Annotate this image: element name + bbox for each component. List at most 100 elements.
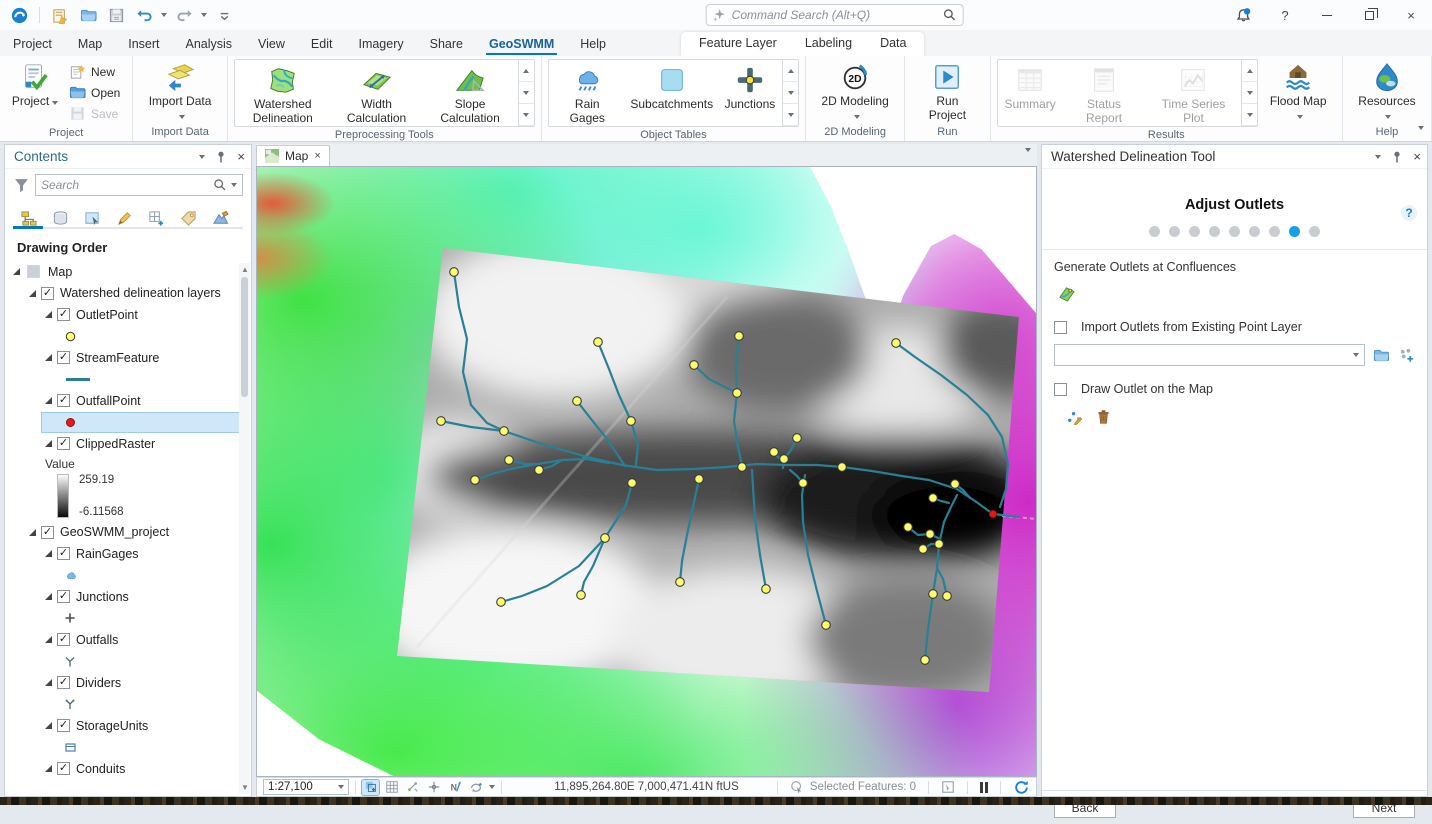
redo-dropdown-chevron[interactable] xyxy=(201,13,207,17)
expander-icon[interactable] xyxy=(29,529,36,536)
expander-icon[interactable] xyxy=(13,268,20,275)
contents-scrollbar[interactable]: ▲ ▼ xyxy=(239,263,250,794)
menu-tab-share[interactable]: Share xyxy=(417,33,476,56)
ribbon-button-new[interactable]: New xyxy=(66,61,126,82)
close-panel-button[interactable]: × xyxy=(237,149,245,164)
layer-row-storageunits[interactable]: ✓StorageUnits xyxy=(5,715,251,737)
contents-tab-editing[interactable] xyxy=(113,207,135,229)
undo-button[interactable] xyxy=(133,4,155,26)
menu-tab-help[interactable]: Help xyxy=(567,33,619,56)
ribbon-button-junctions[interactable]: Junctions xyxy=(720,62,780,113)
layer-row-dividers[interactable]: ✓Dividers xyxy=(5,672,251,694)
expander-icon[interactable] xyxy=(45,550,52,557)
menu-tab-project[interactable]: Project xyxy=(0,33,65,56)
map-canvas[interactable] xyxy=(256,166,1037,777)
search-options-chevron[interactable] xyxy=(231,183,237,187)
menu-tab-geoswmm[interactable]: GeoSWMM xyxy=(476,33,567,56)
contents-tab-selection[interactable] xyxy=(81,207,103,229)
redo-button[interactable] xyxy=(173,4,195,26)
symbol-outfall[interactable] xyxy=(5,651,251,673)
layer-row-watershed-delineation-layers[interactable]: ✓Watershed delineation layers xyxy=(5,283,251,305)
minimize-button[interactable] xyxy=(1306,0,1348,30)
gallery-scroll-up[interactable] xyxy=(1242,60,1257,82)
save-as-button[interactable] xyxy=(105,4,127,26)
layer-row-outfallpoint[interactable]: ✓OutfallPoint xyxy=(5,390,251,412)
map-view-tab[interactable]: Map × xyxy=(256,145,330,166)
gallery-scroll-down[interactable] xyxy=(783,82,798,104)
expander-icon[interactable] xyxy=(45,354,52,361)
layer-visibility-checkbox[interactable]: ✓ xyxy=(57,762,70,775)
close-button[interactable]: × xyxy=(1390,0,1432,30)
layer-visibility-checkbox[interactable]: ✓ xyxy=(57,351,70,364)
expander-icon[interactable] xyxy=(45,636,52,643)
point-layer-combo[interactable] xyxy=(1054,344,1365,366)
close-panel-button[interactable]: × xyxy=(1413,149,1421,164)
customize-quick-access-button[interactable] xyxy=(213,4,235,26)
snapping-toggle-button[interactable] xyxy=(404,780,421,795)
expander-icon[interactable] xyxy=(45,679,52,686)
symbol-storage[interactable] xyxy=(5,737,251,759)
ribbon-collapse-chevron[interactable] xyxy=(1418,126,1424,130)
menu-tab-insert[interactable]: Insert xyxy=(115,33,172,56)
expander-icon[interactable] xyxy=(45,397,52,404)
symbol-divider[interactable] xyxy=(5,694,251,716)
command-search-input[interactable] xyxy=(732,8,938,22)
layer-row-clippedraster[interactable]: ✓ClippedRaster xyxy=(5,433,251,455)
ribbon-button-import-data[interactable]: Import Data xyxy=(139,59,220,124)
selection-box-icon[interactable] xyxy=(941,780,955,794)
ribbon-button-project[interactable]: Project xyxy=(6,59,64,110)
symbol-teal-line[interactable] xyxy=(5,369,251,391)
gallery-scroll-up[interactable] xyxy=(783,60,798,82)
ribbon-button-rain-gages[interactable]: Rain Gages xyxy=(551,62,624,127)
layer-row-conduits[interactable]: ✓Conduits xyxy=(5,758,251,780)
symbol-yellow-point[interactable] xyxy=(5,326,251,348)
undo-dropdown-chevron[interactable] xyxy=(161,13,167,17)
add-point-layer-button[interactable] xyxy=(1398,347,1415,364)
ribbon-button-flood-map[interactable]: Flood Map xyxy=(1260,59,1335,124)
refresh-map-button[interactable] xyxy=(1013,779,1030,796)
gallery-expand[interactable] xyxy=(519,104,534,126)
scrollbar-thumb[interactable] xyxy=(241,277,248,397)
layer-visibility-checkbox[interactable]: ✓ xyxy=(41,526,54,539)
import-outlets-checkbox[interactable] xyxy=(1054,321,1067,334)
expander-icon[interactable] xyxy=(29,290,36,297)
panel-menu-chevron[interactable] xyxy=(199,155,205,159)
context-tab-labeling[interactable]: Labeling xyxy=(791,32,866,56)
tool-help-button[interactable]: ? xyxy=(1401,205,1417,221)
grid-toggle-button[interactable] xyxy=(383,780,400,795)
ribbon-button-run-project[interactable]: Run Project xyxy=(911,59,983,124)
contents-tab-labeling-tag[interactable] xyxy=(177,207,199,229)
layer-visibility-checkbox[interactable]: ✓ xyxy=(41,287,54,300)
draw-outlet-checkbox[interactable] xyxy=(1054,383,1067,396)
open-project-button[interactable] xyxy=(77,4,99,26)
contents-search[interactable] xyxy=(35,174,243,196)
generate-outlets-button[interactable] xyxy=(1054,282,1078,304)
gallery-scroll-strip[interactable] xyxy=(1241,60,1257,126)
map-scale-combo[interactable]: 1:27,100 xyxy=(263,779,349,795)
layers-toggle-button[interactable] xyxy=(362,780,379,795)
raster-color-ramp[interactable] xyxy=(57,474,69,518)
layer-row-outletpoint[interactable]: ✓OutletPoint xyxy=(5,304,251,326)
menu-tab-analysis[interactable]: Analysis xyxy=(173,33,246,56)
command-search[interactable] xyxy=(706,4,964,26)
menu-tab-imagery[interactable]: Imagery xyxy=(345,33,416,56)
pin-icon[interactable] xyxy=(214,150,228,164)
pin-icon[interactable] xyxy=(1390,150,1404,164)
gallery-scroll-strip[interactable] xyxy=(518,60,534,126)
contents-tab-snapping-grid[interactable] xyxy=(145,207,167,229)
panel-menu-chevron[interactable] xyxy=(1375,155,1381,159)
gallery-scroll-down[interactable] xyxy=(1242,82,1257,104)
expander-icon[interactable] xyxy=(45,593,52,600)
ribbon-button-resources[interactable]: Resources xyxy=(1349,59,1425,124)
gallery-expand[interactable] xyxy=(1242,104,1257,126)
context-tab-feature-layer[interactable]: Feature Layer xyxy=(685,32,791,56)
filter-funnel-icon[interactable] xyxy=(13,177,30,194)
menu-tab-view[interactable]: View xyxy=(245,33,298,56)
expander-icon[interactable] xyxy=(45,311,52,318)
ribbon-button-subcatchments[interactable]: Subcatchments xyxy=(626,62,718,113)
expander-icon[interactable] xyxy=(45,722,52,729)
contents-tab-data-source[interactable] xyxy=(49,207,71,229)
layer-visibility-checkbox[interactable]: ✓ xyxy=(57,547,70,560)
snap-point-toggle-button[interactable] xyxy=(425,780,442,795)
folder-browse-button[interactable] xyxy=(1373,347,1390,364)
